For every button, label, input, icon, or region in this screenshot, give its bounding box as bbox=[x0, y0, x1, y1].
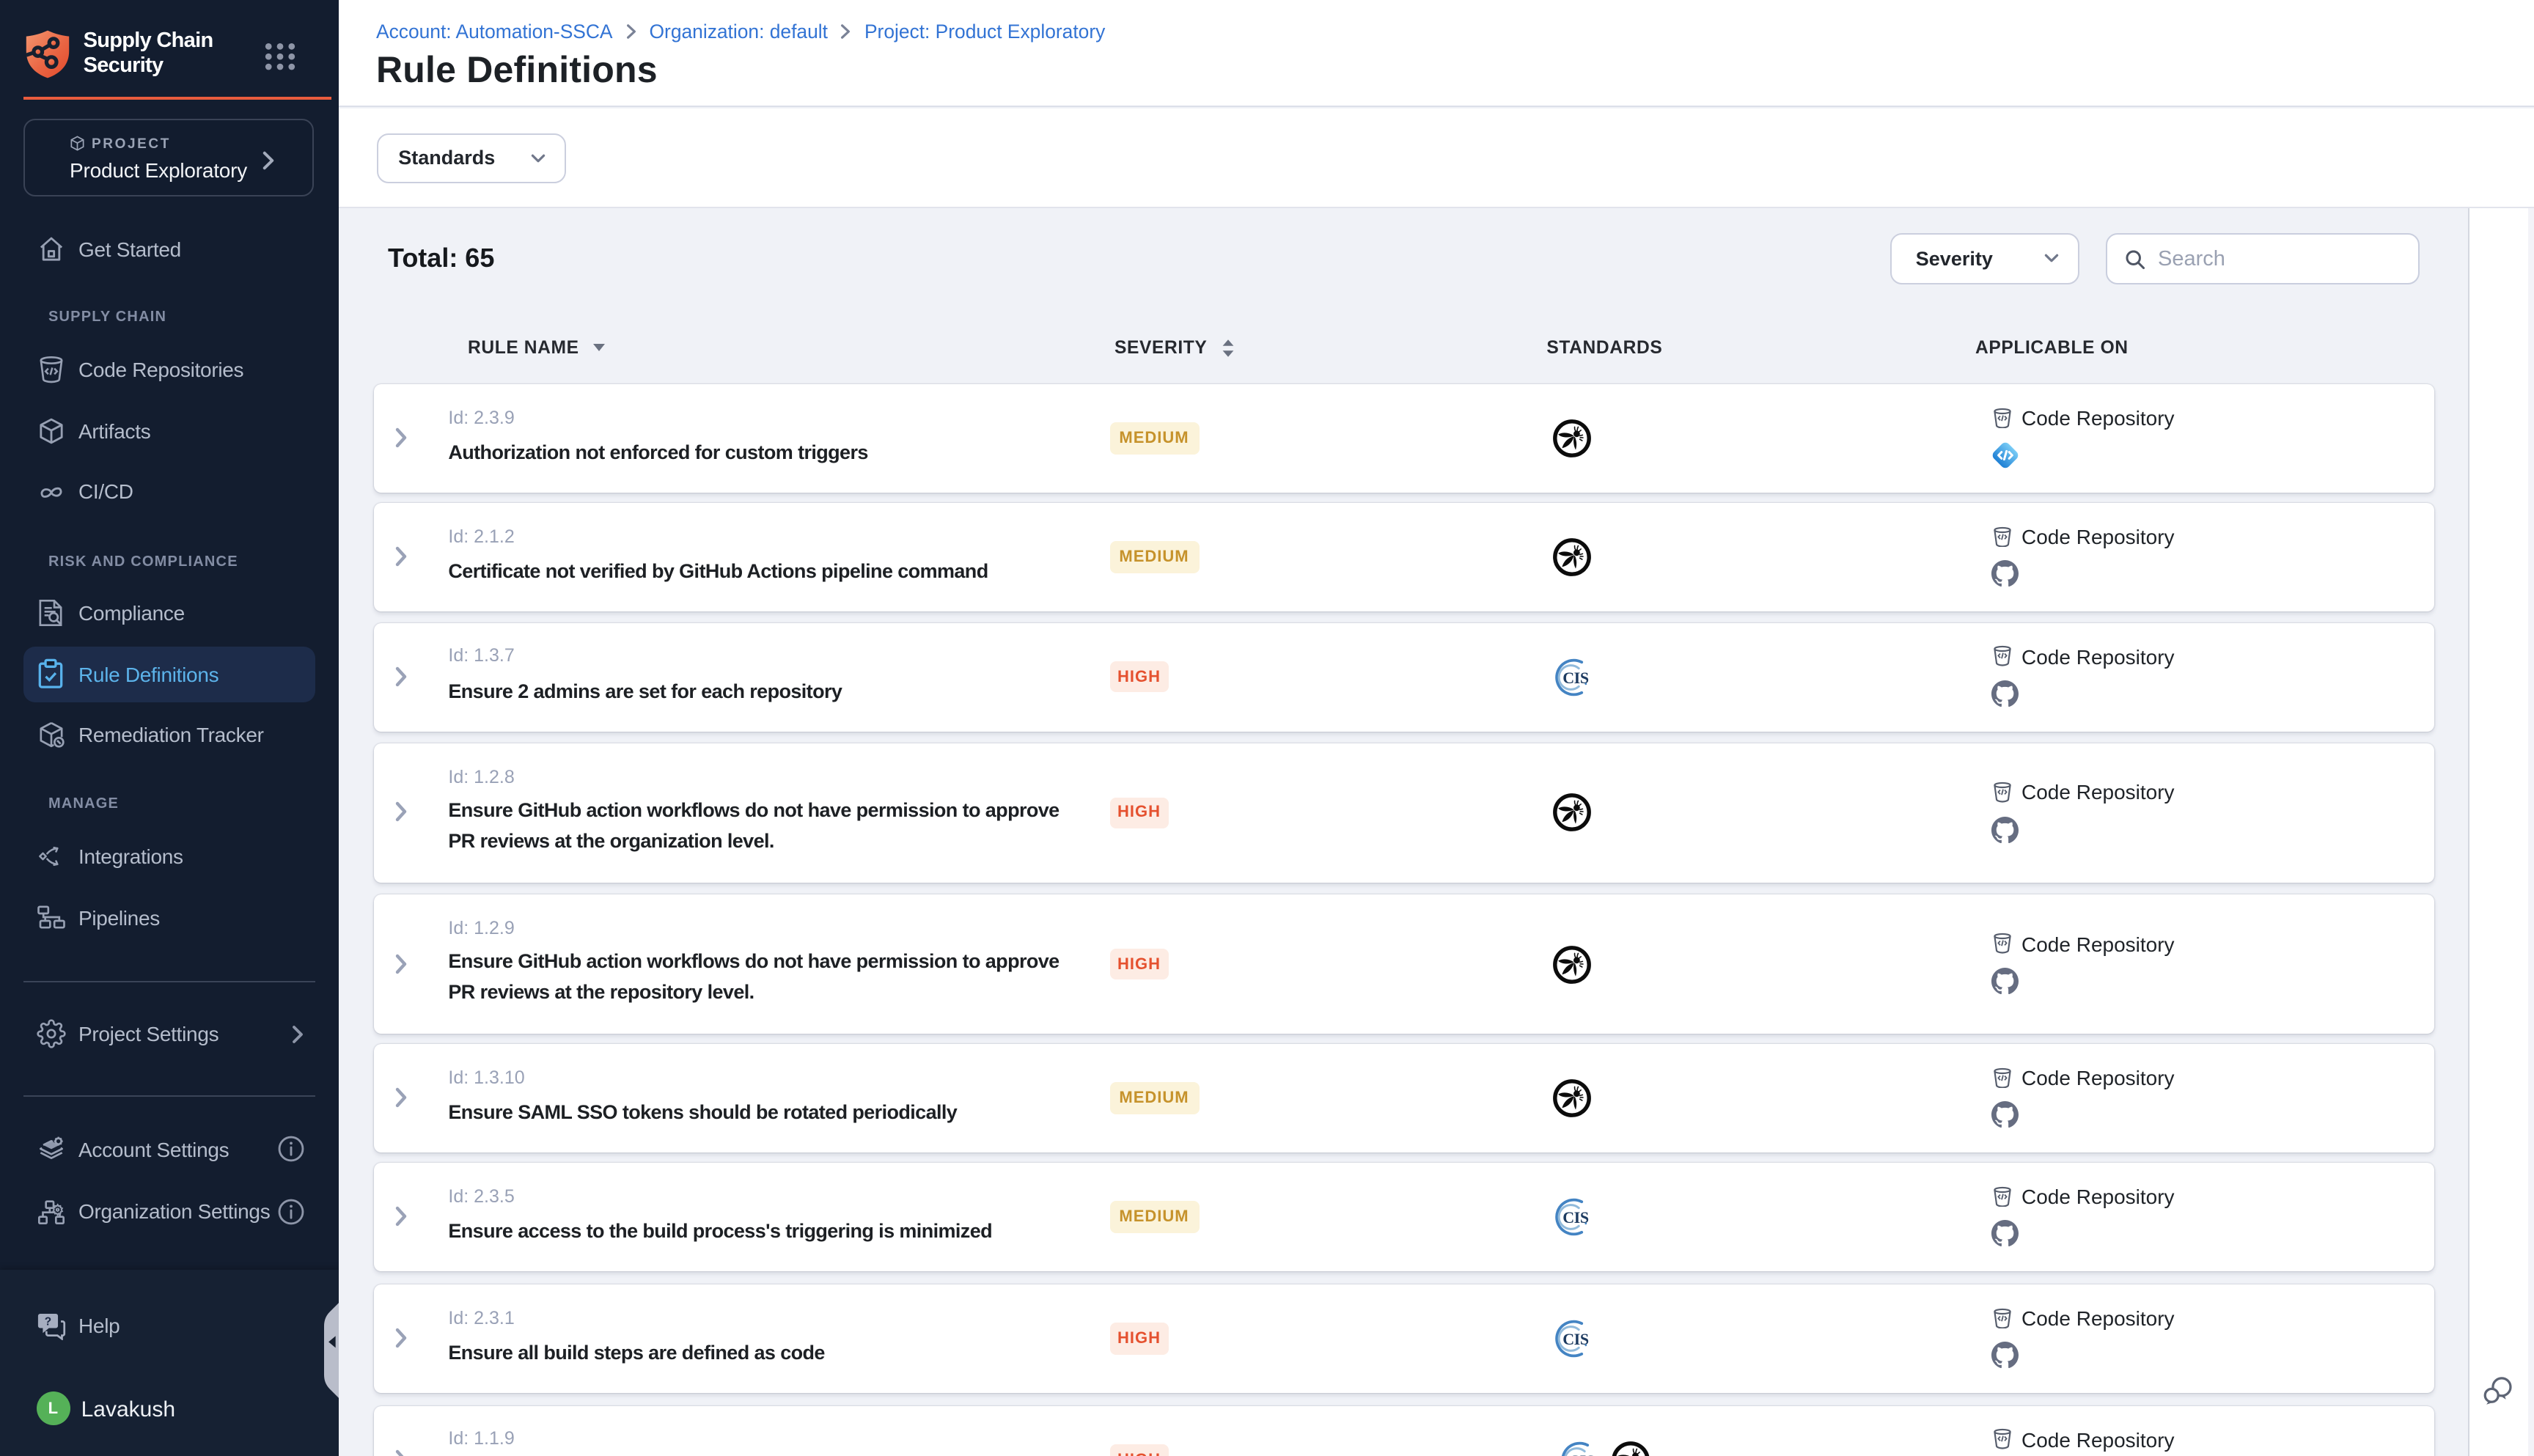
svg-text:?: ? bbox=[44, 1315, 51, 1328]
svg-text:CIS: CIS bbox=[1568, 1451, 1595, 1456]
